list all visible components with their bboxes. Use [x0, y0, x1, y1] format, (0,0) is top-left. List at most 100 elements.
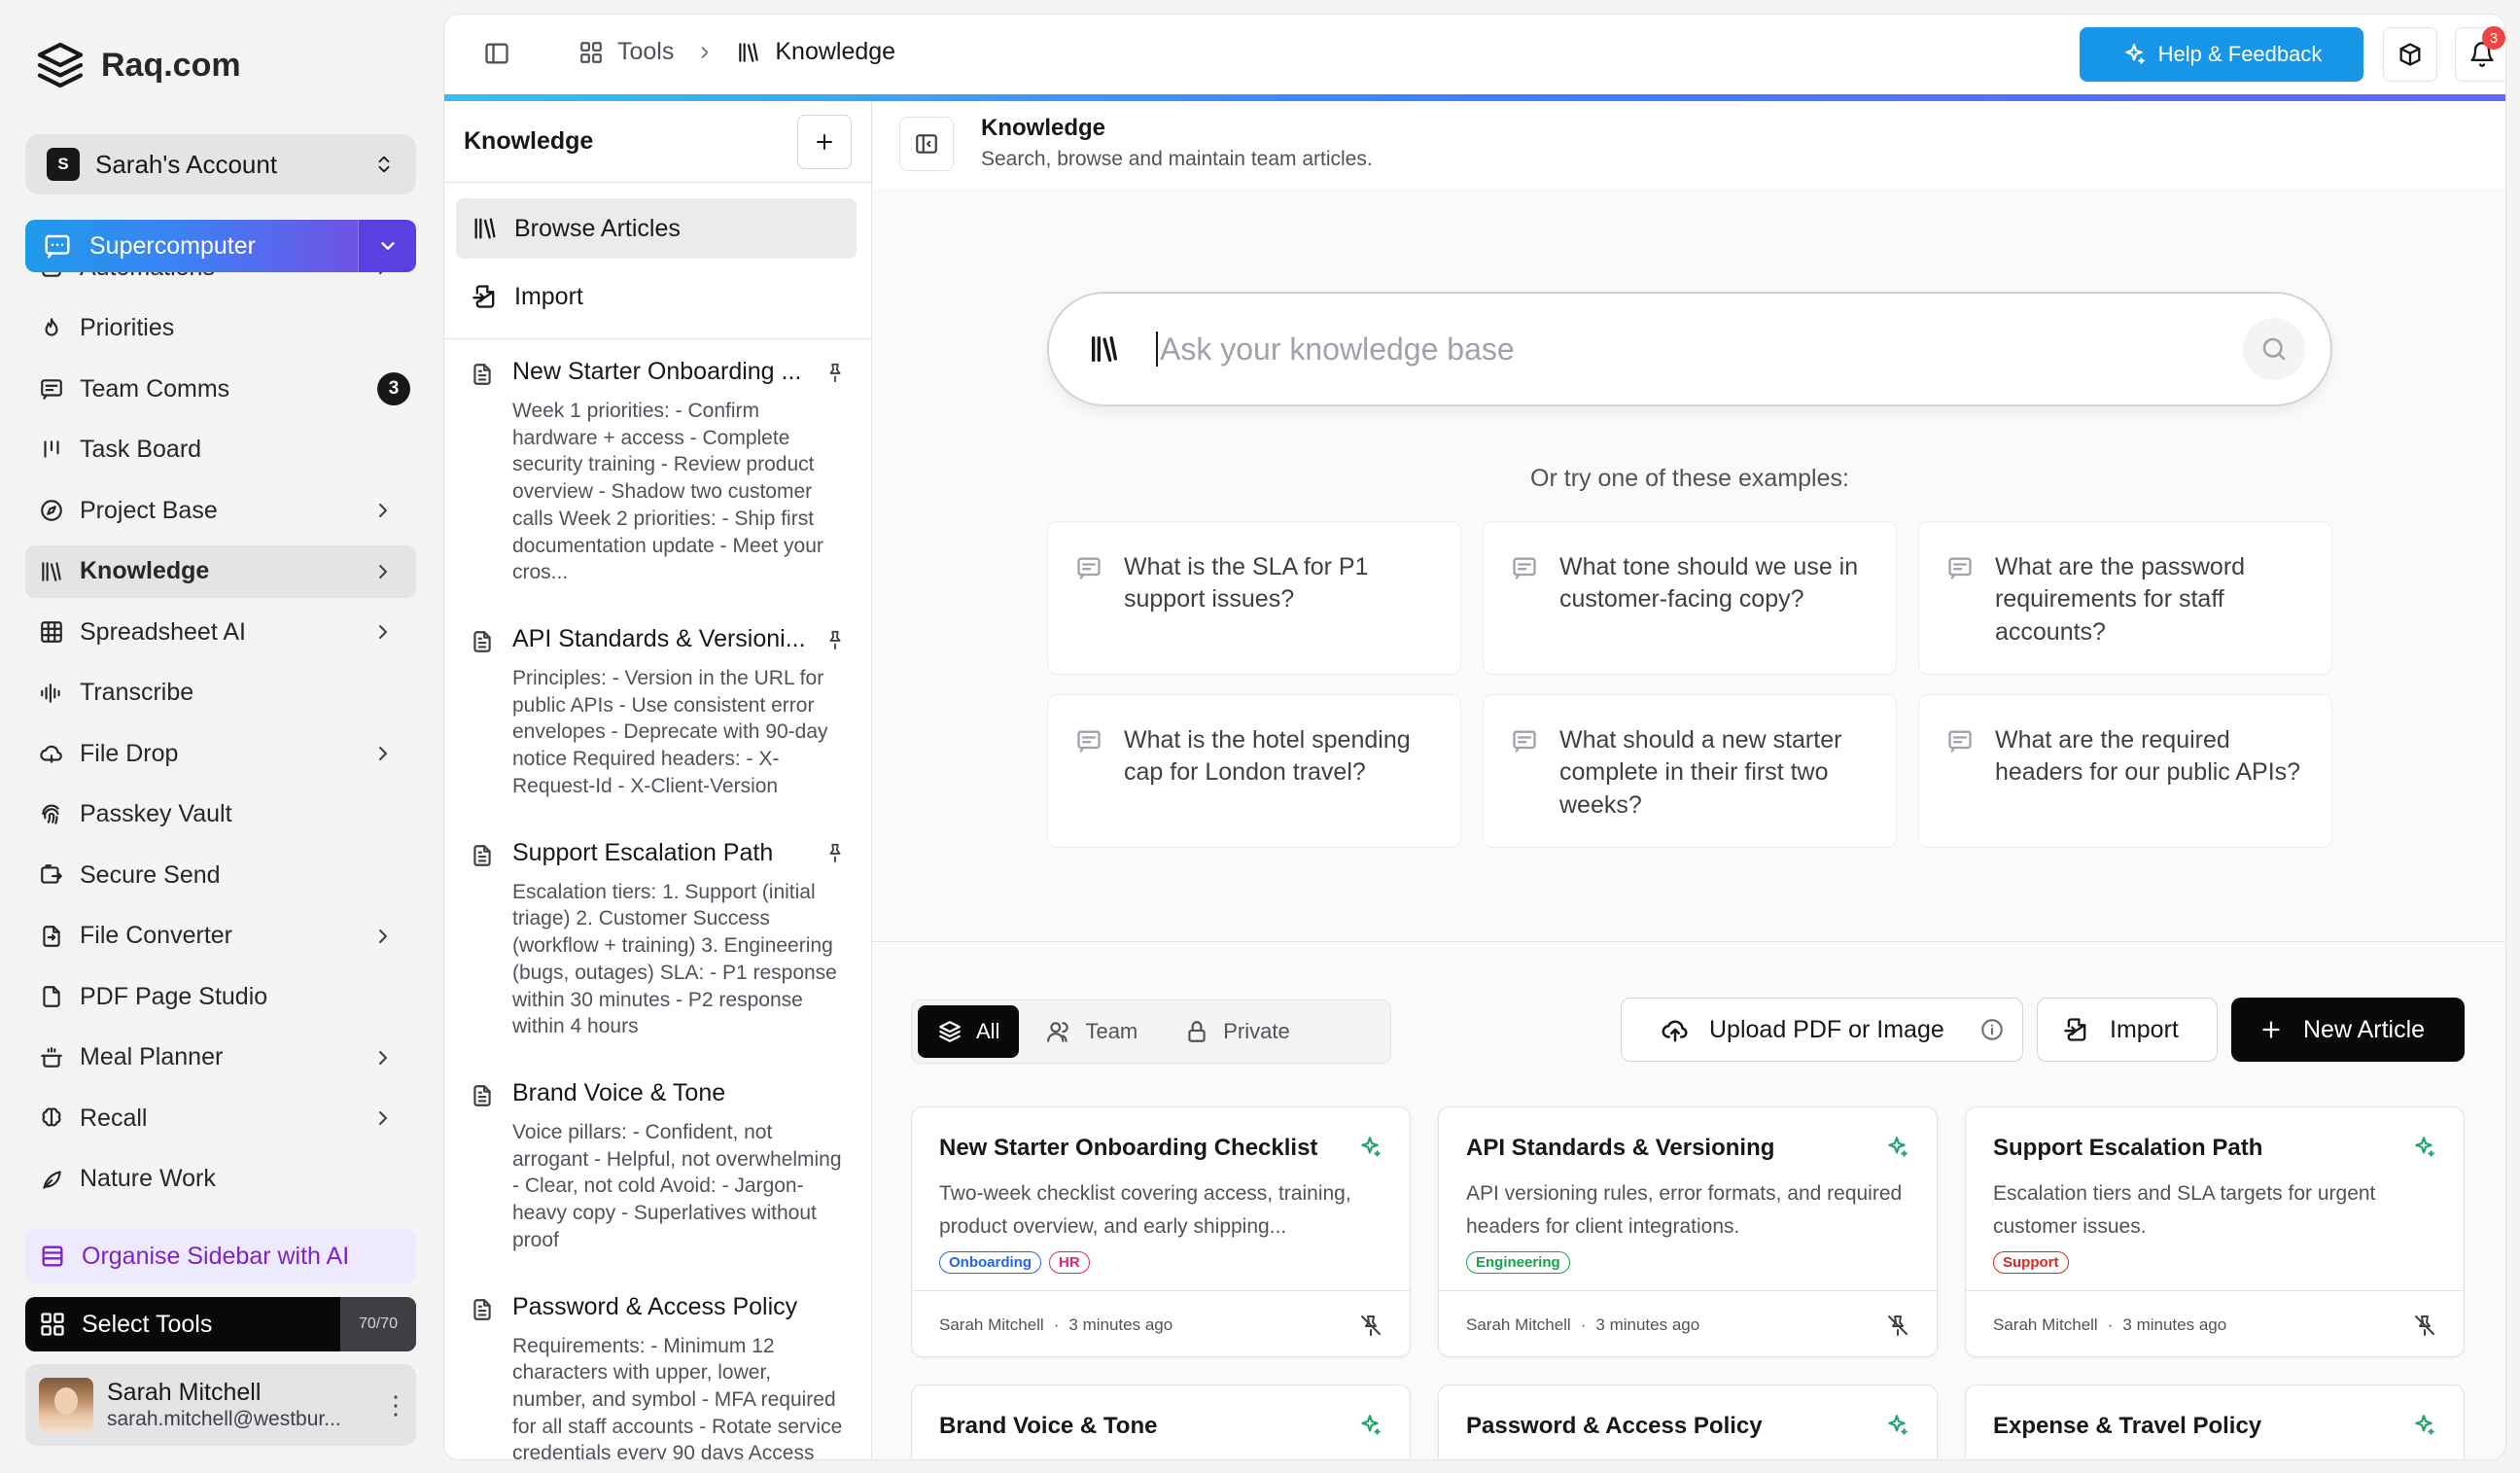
sparkles-icon[interactable]: [2411, 1413, 2436, 1438]
card-footer: Sarah Mitchell · 3 minutes ago: [1966, 1290, 2464, 1358]
example-question-card[interactable]: What is the hotel spending cap for Londo…: [1047, 694, 1461, 848]
pin-icon[interactable]: [824, 362, 846, 383]
cube-button[interactable]: [2383, 27, 2437, 82]
sidebar-item-label: Passkey Vault: [80, 800, 232, 827]
sidebar-item-passkey-vault[interactable]: Passkey Vault: [25, 789, 416, 841]
filter-private[interactable]: Private: [1165, 1005, 1309, 1058]
sparkles-icon[interactable]: [2411, 1135, 2436, 1160]
organise-sidebar-button[interactable]: Organise Sidebar with AI: [25, 1229, 416, 1283]
tag-badge[interactable]: Engineering: [1466, 1251, 1570, 1274]
search-input[interactable]: [1158, 331, 2243, 368]
help-feedback-button[interactable]: Help & Feedback: [2080, 27, 2363, 82]
browse-articles-item[interactable]: Browse Articles: [456, 198, 857, 259]
chevron-right-icon[interactable]: [371, 1046, 397, 1070]
example-question-card[interactable]: What are the required headers for our pu…: [1918, 694, 2332, 848]
example-question-card[interactable]: What tone should we use in customer-faci…: [1483, 521, 1897, 675]
sidebar-item-file-converter[interactable]: File Converter: [25, 910, 416, 963]
sidebar-item-task-board[interactable]: Task Board: [25, 424, 416, 476]
sidebar-item-meal-planner[interactable]: Meal Planner: [25, 1032, 416, 1084]
sparkles-icon[interactable]: [1357, 1135, 1382, 1160]
chevron-right-icon[interactable]: [371, 1106, 397, 1130]
supercomputer-dropdown[interactable]: [358, 220, 416, 272]
chevron-right-icon[interactable]: [371, 560, 397, 583]
sidebar-item-secure-send[interactable]: Secure Send: [25, 849, 416, 901]
main-panel: Tools Knowledge Help & Feedback 3 Knowle…: [443, 14, 2506, 1460]
sidebar-toggle-icon[interactable]: [483, 40, 510, 67]
list-item[interactable]: New Starter Onboarding ... Week 1 priorit…: [444, 358, 871, 586]
article-card[interactable]: Brand Voice & ToneTone guidance with app…: [911, 1385, 1411, 1459]
search-button[interactable]: [2243, 318, 2305, 380]
list-item[interactable]: API Standards & Versioni... Principles: -…: [444, 625, 871, 800]
tag-badge[interactable]: HR: [1049, 1251, 1090, 1274]
chevron-right-icon[interactable]: [371, 620, 397, 644]
sidebar-item-nature-work[interactable]: Nature Work: [25, 1153, 416, 1206]
pin-icon[interactable]: [824, 629, 846, 650]
sidebar-item-project-base[interactable]: Project Base: [25, 484, 416, 537]
article-card[interactable]: Expense & Travel PolicyExpense approval …: [1965, 1385, 2465, 1459]
sidebar-item-label: Meal Planner: [80, 1043, 224, 1070]
new-article-button[interactable]: New Article: [2231, 998, 2465, 1062]
message-square-icon: [1511, 554, 1538, 674]
list-item[interactable]: Brand Voice & Tone Voice pillars: - Confi…: [444, 1079, 871, 1254]
account-switcher[interactable]: S Sarah's Account: [25, 134, 416, 194]
unpin-icon[interactable]: [2413, 1314, 2436, 1337]
pin-icon[interactable]: [824, 842, 846, 863]
user-card[interactable]: Sarah Mitchell sarah.mitchell@westbur...…: [25, 1364, 416, 1446]
sidebar-item-file-drop[interactable]: File Drop: [25, 727, 416, 780]
more-vertical-icon[interactable]: ⋮: [383, 1390, 408, 1420]
supercomputer-main[interactable]: Supercomputer: [25, 220, 358, 272]
import-item[interactable]: Import: [456, 266, 857, 327]
tag-badge[interactable]: Onboarding: [939, 1251, 1041, 1274]
sparkles-icon[interactable]: [1357, 1413, 1382, 1438]
sidebar-item-recall[interactable]: Recall: [25, 1092, 416, 1144]
add-article-button[interactable]: [797, 114, 852, 169]
filter-team[interactable]: Team: [1027, 1005, 1157, 1058]
message-square-icon: [1946, 554, 1974, 674]
article-card[interactable]: Support Escalation Path Escalation tiers …: [1965, 1106, 2465, 1357]
info-icon[interactable]: [1979, 1017, 2005, 1042]
select-tools-button[interactable]: Select Tools 70/70: [25, 1297, 416, 1351]
file-text-icon: [470, 629, 495, 800]
upload-pdf-button[interactable]: Upload PDF or Image: [1621, 998, 2023, 1062]
sparkles-icon[interactable]: [1884, 1413, 1909, 1438]
automation-icon: [39, 272, 64, 280]
import-button[interactable]: Import: [2037, 998, 2218, 1062]
filter-all[interactable]: All: [918, 1005, 1020, 1058]
example-question-card[interactable]: What are the password requirements for s…: [1918, 521, 2332, 675]
sidebar-item-automations[interactable]: Automations: [25, 272, 416, 294]
sidebar-item-knowledge[interactable]: Knowledge: [25, 544, 416, 598]
article-card[interactable]: New Starter Onboarding Checklist Two-week…: [911, 1106, 1411, 1357]
unpin-icon[interactable]: [1359, 1314, 1382, 1337]
article-card[interactable]: Password & Access PolicyPassword complex…: [1438, 1385, 1938, 1459]
panel-toggle-button[interactable]: [899, 117, 954, 171]
list-item[interactable]: Support Escalation Path Escalation tiers:…: [444, 839, 871, 1040]
sidebar-item-transcribe[interactable]: Transcribe: [25, 667, 416, 719]
sidebar-item-spreadsheet-ai[interactable]: Spreadsheet AI: [25, 606, 416, 658]
card-title: Brand Voice & Tone: [939, 1413, 1158, 1439]
knowledge-search[interactable]: [1047, 292, 2332, 406]
example-question-card[interactable]: What should a new starter complete in th…: [1483, 694, 1897, 848]
sparkles-icon: [2121, 42, 2147, 67]
unpin-icon[interactable]: [1886, 1314, 1909, 1337]
page-subtitle: Search, browse and maintain team article…: [981, 148, 1373, 170]
sidebar-item-team-comms[interactable]: Team Comms 3: [25, 363, 416, 415]
tag-badge[interactable]: Support: [1993, 1251, 2069, 1274]
chevron-right-icon[interactable]: [371, 499, 397, 522]
article-excerpt: Week 1 priorities: - Confirm hardware + …: [512, 400, 823, 584]
sidebar-item-priorities[interactable]: Priorities: [25, 302, 416, 355]
grid-icon: [578, 40, 604, 65]
list-item[interactable]: Password & Access Policy Requirements: - …: [444, 1293, 871, 1459]
chevron-right-icon[interactable]: [371, 272, 397, 279]
card-author: Sarah Mitchell: [939, 1315, 1044, 1334]
sparkles-icon[interactable]: [1884, 1135, 1909, 1160]
article-card[interactable]: API Standards & Versioning API versioning…: [1438, 1106, 1938, 1357]
brand[interactable]: Raq.com: [33, 37, 241, 93]
chevron-right-icon[interactable]: [371, 742, 397, 765]
sidebar-item-pdf-page-studio[interactable]: PDF Page Studio: [25, 970, 416, 1023]
supercomputer-button[interactable]: Supercomputer: [25, 220, 416, 272]
notifications-button[interactable]: 3: [2455, 26, 2505, 82]
example-question-card[interactable]: What is the SLA for P1 support issues?: [1047, 521, 1461, 675]
breadcrumb-tools[interactable]: Tools: [617, 38, 674, 66]
article-list: New Starter Onboarding ... Week 1 priorit…: [444, 358, 871, 1459]
chevron-right-icon[interactable]: [371, 925, 397, 948]
